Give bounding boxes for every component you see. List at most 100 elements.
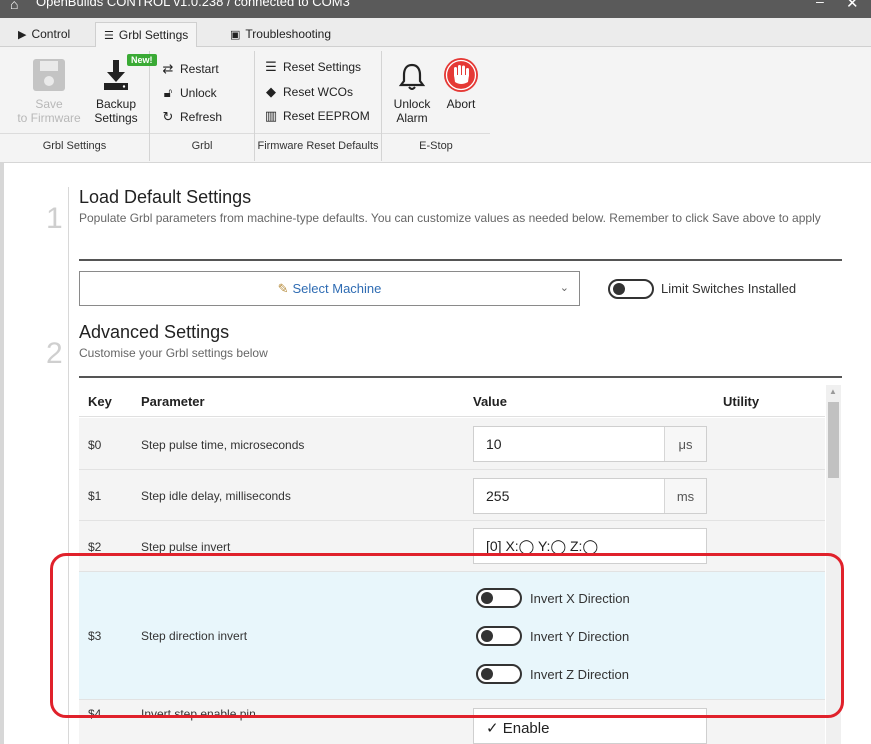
ribbon-group-estop: Unlock Alarm Abort E-Stop <box>382 51 490 161</box>
select-machine-label: Select Machine <box>292 281 382 296</box>
invert-z-label: Invert Z Direction <box>530 667 629 682</box>
setting-parameter: Step pulse invert <box>141 540 231 554</box>
unlock-alarm-line2: Alarm <box>396 111 428 125</box>
save-line1: Save <box>35 97 63 111</box>
download-icon <box>104 60 128 90</box>
setting-value-select[interactable]: [0] X:◯ Y:◯ Z:◯ <box>473 528 707 564</box>
restart-button[interactable]: ⇄ Restart <box>160 61 219 77</box>
group-label-grbl: Grbl <box>150 133 254 157</box>
invert-y-label: Invert Y Direction <box>530 629 630 644</box>
close-button[interactable]: ✕ <box>846 0 859 12</box>
invert-y-toggle[interactable] <box>476 626 522 646</box>
unlock-button[interactable]: 🔓︎ Unlock <box>160 85 217 101</box>
table-row: $1 Step idle delay, milliseconds 255 ms <box>79 470 825 521</box>
left-edge-strip <box>0 163 4 744</box>
reset-settings-label: Reset Settings <box>283 60 362 74</box>
machine-icon: ✎ <box>277 281 289 296</box>
scroll-up-arrow-icon[interactable]: ▲ <box>829 387 837 396</box>
step-number-2: 2 <box>46 337 63 370</box>
setting-parameter: Invert step enable pin <box>141 707 256 721</box>
tab-troubleshooting[interactable]: ▣ Troubleshooting <box>222 22 339 47</box>
table-row: $2 Step pulse invert [0] X:◯ Y:◯ Z:◯ <box>79 521 825 572</box>
section-title-advanced: Advanced Settings <box>79 322 230 342</box>
setting-value-input[interactable]: 255 ms <box>473 478 707 514</box>
section-desc-load-defaults: Populate Grbl parameters from machine-ty… <box>79 211 821 225</box>
stop-hand-icon <box>444 58 478 92</box>
setting-parameter: Step pulse time, microseconds <box>141 438 305 452</box>
ribbon-toolbar: Save to Firmware New! Backup Settings Gr… <box>0 47 871 163</box>
refresh-button[interactable]: ↻ Refresh <box>160 109 222 125</box>
setting-value: 255 <box>486 488 510 504</box>
unlock-alarm-button[interactable]: Unlock Alarm <box>388 61 436 125</box>
abort-label: Abort <box>446 97 476 111</box>
limit-switches-label: Limit Switches Installed <box>661 281 797 296</box>
troubleshoot-icon: ▣ <box>230 29 241 41</box>
bell-icon <box>398 63 426 90</box>
ribbon-group-grbl-settings: Save to Firmware New! Backup Settings Gr… <box>0 51 157 161</box>
setting-value: ✓ Enable <box>486 720 550 737</box>
setting-value: 10 <box>486 436 502 452</box>
chevron-down-icon: ⌄ <box>559 282 569 294</box>
refresh-icon: ↻ <box>162 109 174 124</box>
abort-button[interactable]: Abort <box>438 57 484 111</box>
tab-bar: ▶ Control ☰ Grbl Settings ▣ Troubleshooting <box>0 18 871 48</box>
col-header-utility: Utility <box>723 394 760 409</box>
save-to-firmware-button[interactable]: Save to Firmware <box>13 57 85 125</box>
col-header-value: Value <box>473 394 507 409</box>
tab-grbl-settings[interactable]: ☰ Grbl Settings <box>95 22 198 48</box>
sliders-icon: ☰ <box>104 30 114 42</box>
scrollbar-thumb[interactable] <box>828 402 839 478</box>
tab-control[interactable]: ▶ Control <box>10 22 78 47</box>
floppy-disk-icon <box>33 59 65 91</box>
step-line-1 <box>68 187 69 322</box>
tab-label: Grbl Settings <box>118 28 189 42</box>
invert-z-toggle[interactable] <box>476 664 522 684</box>
select-machine-dropdown[interactable]: ✎ Select Machine ⌄ <box>79 271 580 306</box>
setting-key: $2 <box>88 540 102 554</box>
settings-table: Key Parameter Value Utility $0 Step puls… <box>79 385 825 744</box>
col-header-key: Key <box>88 394 112 409</box>
setting-parameter: Step idle delay, milliseconds <box>141 489 291 503</box>
setting-key: $1 <box>88 489 102 503</box>
reset-settings-button[interactable]: ☰ Reset Settings <box>263 59 361 75</box>
toggle-knob <box>481 630 493 642</box>
unlock-alarm-line1: Unlock <box>393 97 431 111</box>
table-header: Key Parameter Value Utility <box>79 385 825 417</box>
backup-settings-button[interactable]: Backup Settings <box>86 57 146 125</box>
section-desc-advanced: Customise your Grbl settings below <box>79 346 268 360</box>
ribbon-group-firmware-reset: ☰ Reset Settings ◆ Reset WCOs ▥ Reset EEPRO… <box>255 51 382 161</box>
setting-parameter: Step direction invert <box>141 629 248 643</box>
minimize-button[interactable]: – <box>816 0 824 9</box>
reset-eeprom-button[interactable]: ▥ Reset EEPROM <box>263 108 370 124</box>
section-title-load-defaults: Load Default Settings <box>79 187 252 207</box>
group-label-estop: E-Stop <box>382 133 490 157</box>
chip-icon: ▥ <box>264 108 278 123</box>
setting-value-input[interactable]: 10 μs <box>473 426 707 462</box>
backup-line2: Settings <box>94 111 138 125</box>
divider-2 <box>79 376 842 378</box>
invert-x-toggle[interactable] <box>476 588 522 608</box>
group-label-grbl-settings: Grbl Settings <box>0 133 149 157</box>
group-label-firmware-reset: Firmware Reset Defaults <box>255 133 381 157</box>
enable-checkbox[interactable]: ✓ Enable <box>473 708 707 744</box>
save-line2: to Firmware <box>17 111 81 125</box>
restart-icon: ⇄ <box>162 61 174 76</box>
reset-eeprom-label: Reset EEPROM <box>283 109 370 123</box>
invert-x-label: Invert X Direction <box>530 591 630 606</box>
step-line-2 <box>68 322 69 744</box>
reset-wcos-button[interactable]: ◆ Reset WCOs <box>263 84 353 100</box>
limit-switches-toggle[interactable] <box>608 279 654 299</box>
tab-label: Control <box>31 27 71 41</box>
toggle-knob <box>613 283 625 295</box>
toggle-knob <box>481 592 493 604</box>
col-header-parameter: Parameter <box>141 394 205 409</box>
setting-unit: ms <box>664 479 706 513</box>
restart-label: Restart <box>180 62 219 76</box>
table-row-highlighted: $3 Step direction invert Invert X Direct… <box>79 572 825 700</box>
table-row: $0 Step pulse time, microseconds 10 μs <box>79 418 825 470</box>
layers-icon: ◆ <box>266 84 276 99</box>
toggle-knob <box>481 668 493 680</box>
unlock-label: Unlock <box>180 86 217 100</box>
table-row: $4 Invert step enable pin ✓ Enable <box>79 700 825 744</box>
vertical-scrollbar[interactable]: ▲ <box>826 385 841 744</box>
